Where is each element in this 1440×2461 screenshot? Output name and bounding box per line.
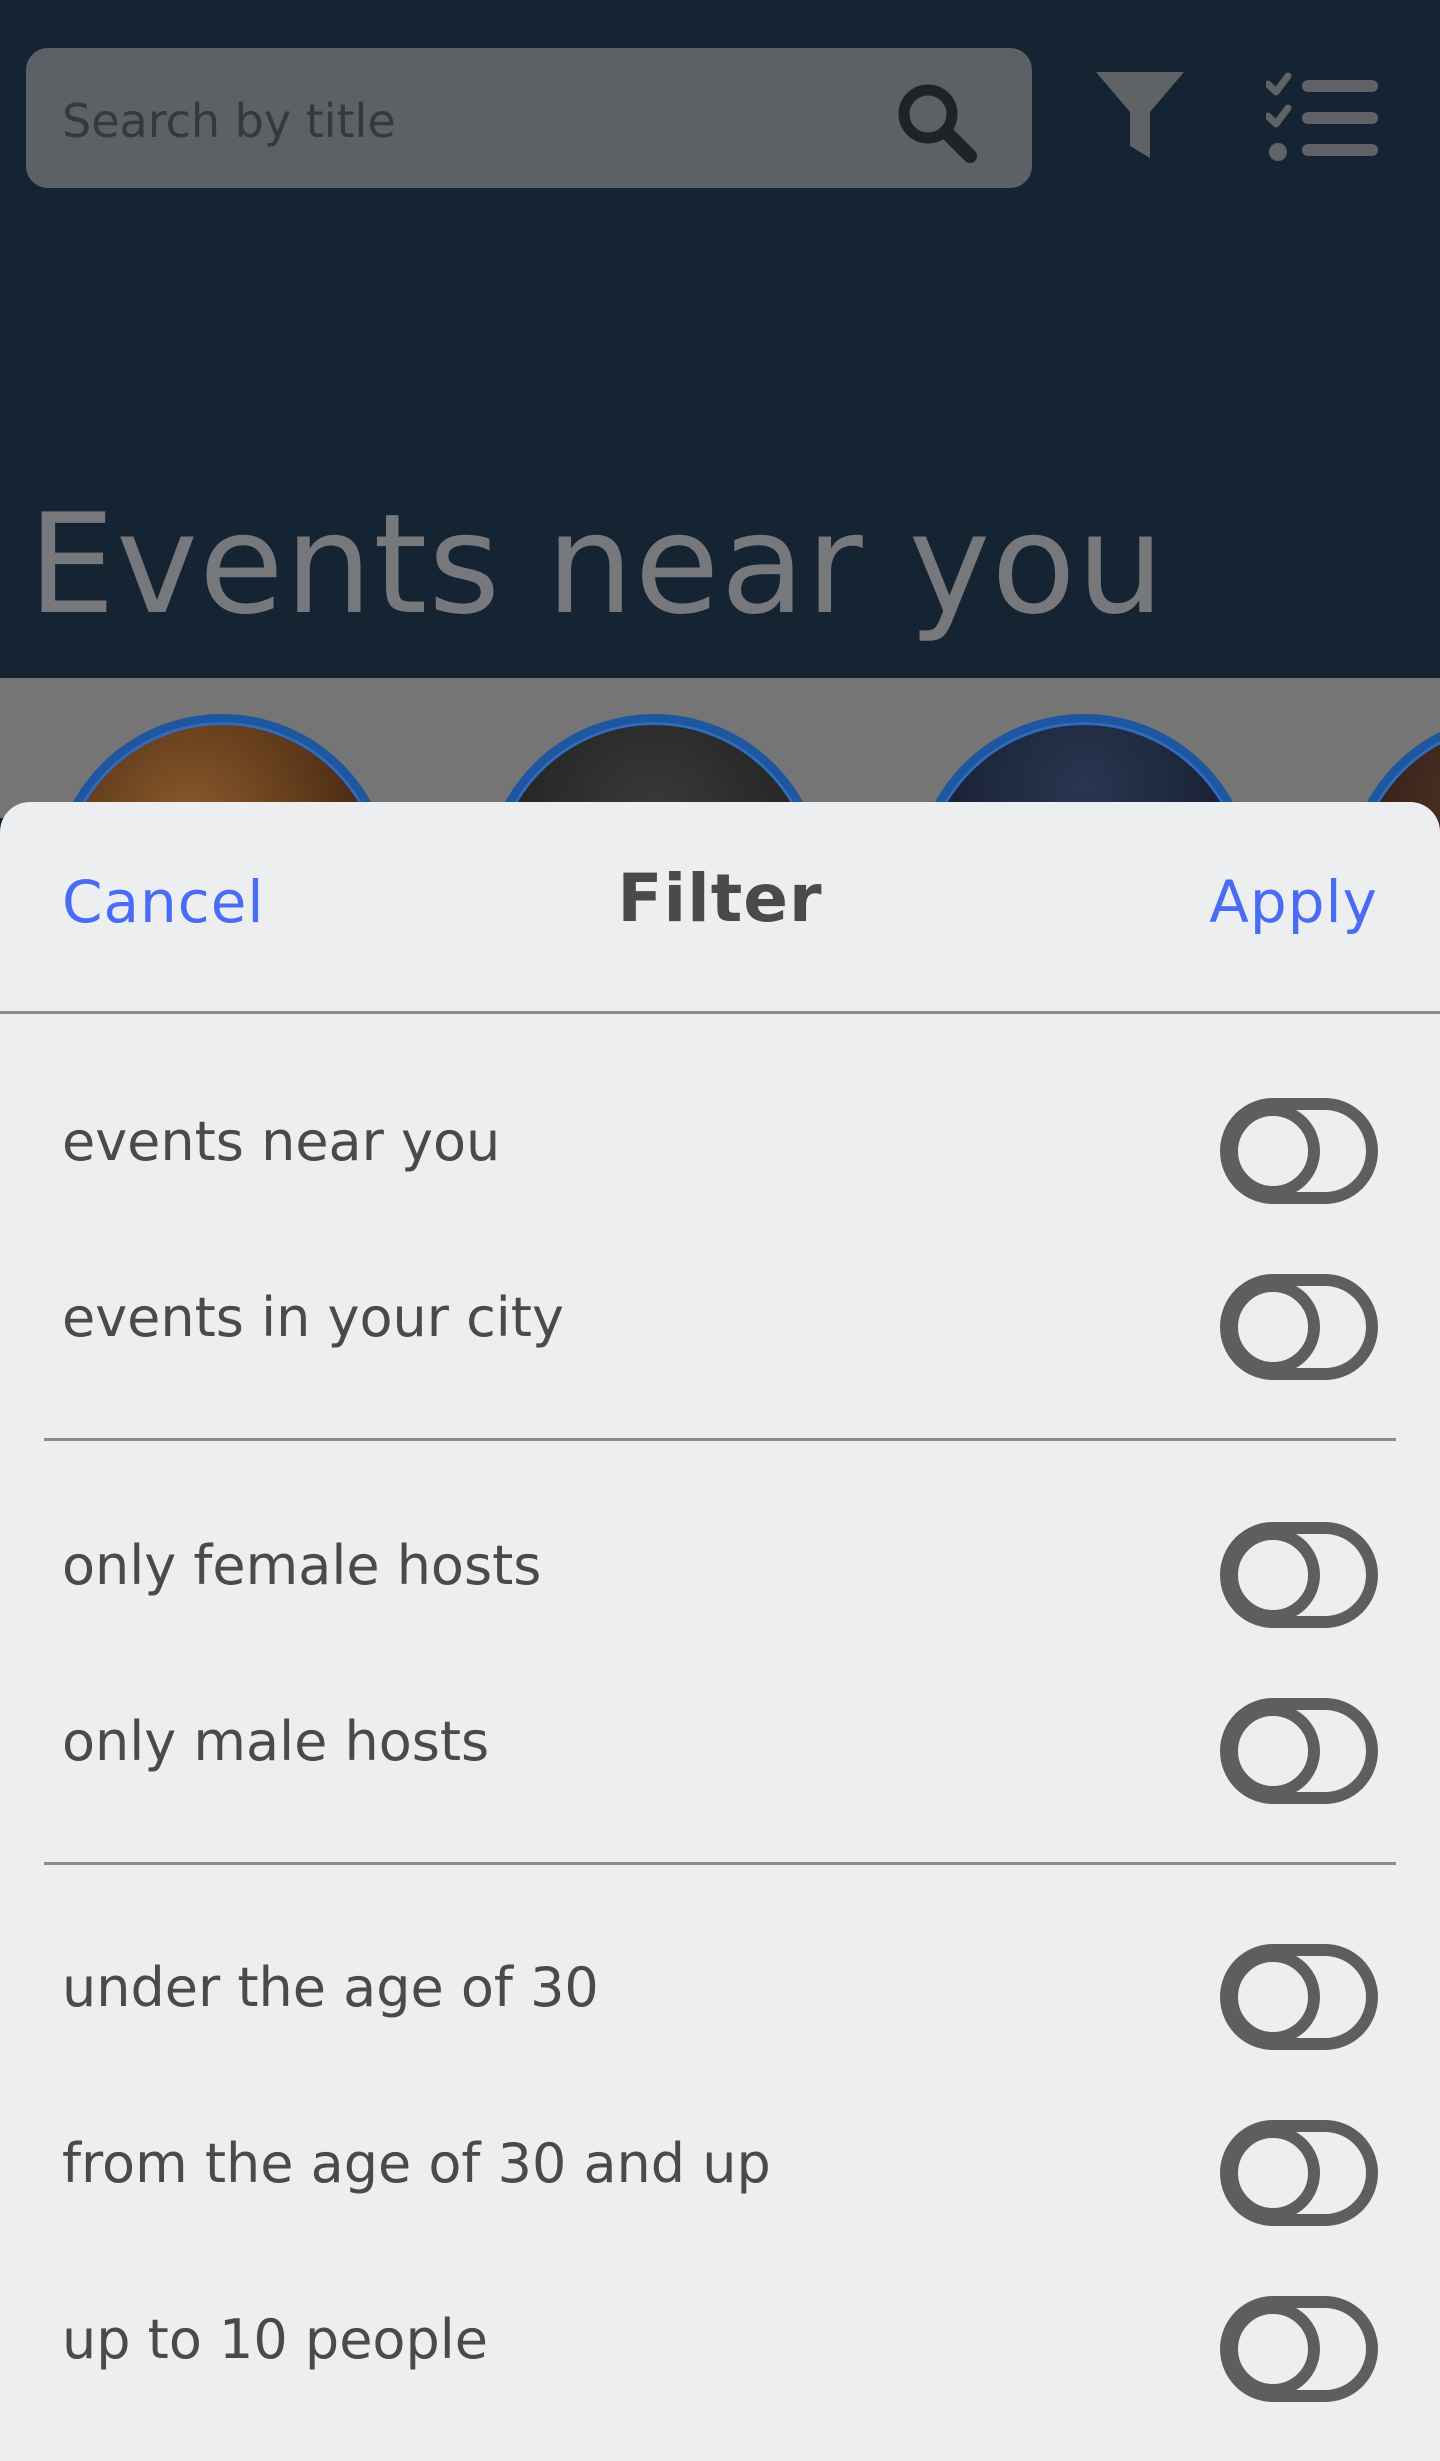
toggle-switch[interactable] bbox=[1220, 1698, 1378, 1804]
search-placeholder: Search by title bbox=[62, 94, 396, 148]
toggle-switch[interactable] bbox=[1220, 2296, 1378, 2402]
filter-label: up to 10 people bbox=[62, 2308, 488, 2371]
filter-row-up-to-10-people[interactable]: up to 10 people bbox=[0, 2266, 1440, 2416]
filter-label: events in your city bbox=[62, 1286, 564, 1349]
screen: Search by title Events near you Cancel F… bbox=[0, 0, 1440, 2461]
filter-icon[interactable] bbox=[1094, 68, 1186, 164]
search-icon[interactable] bbox=[888, 74, 984, 170]
toggle-switch[interactable] bbox=[1220, 2120, 1378, 2226]
filter-label: under the age of 30 bbox=[62, 1956, 599, 2019]
search-input[interactable]: Search by title bbox=[26, 48, 1032, 188]
filter-row-only-female-hosts[interactable]: only female hosts bbox=[0, 1492, 1440, 1642]
group-divider bbox=[44, 1862, 1396, 1865]
events-carousel bbox=[0, 678, 1440, 1054]
group-divider bbox=[44, 1438, 1396, 1441]
filter-row-events-in-your-city[interactable]: events in your city bbox=[0, 1244, 1440, 1394]
filter-row-under-30[interactable]: under the age of 30 bbox=[0, 1914, 1440, 2064]
filter-row-only-male-hosts[interactable]: only male hosts bbox=[0, 1668, 1440, 1818]
top-bar: Search by title Events near you bbox=[0, 0, 1440, 680]
filter-sheet-header: Cancel Filter Apply bbox=[0, 802, 1440, 1014]
filter-row-30-and-up[interactable]: from the age of 30 and up bbox=[0, 2090, 1440, 2240]
toggle-switch[interactable] bbox=[1220, 1274, 1378, 1380]
toggle-switch[interactable] bbox=[1220, 1522, 1378, 1628]
section-title: Events near you bbox=[28, 484, 1166, 645]
toggle-switch[interactable] bbox=[1220, 1098, 1378, 1204]
filter-label: only female hosts bbox=[62, 1534, 542, 1597]
checklist-icon[interactable] bbox=[1264, 72, 1378, 162]
filter-label: only male hosts bbox=[62, 1710, 490, 1773]
toggle-switch[interactable] bbox=[1220, 1944, 1378, 2050]
apply-button[interactable]: Apply bbox=[1209, 868, 1378, 936]
filter-label: from the age of 30 and up bbox=[62, 2132, 771, 2195]
filter-sheet: Cancel Filter Apply events near you even… bbox=[0, 802, 1440, 2461]
filter-row-events-near-you[interactable]: events near you bbox=[0, 1068, 1440, 1218]
filter-label: events near you bbox=[62, 1110, 501, 1173]
